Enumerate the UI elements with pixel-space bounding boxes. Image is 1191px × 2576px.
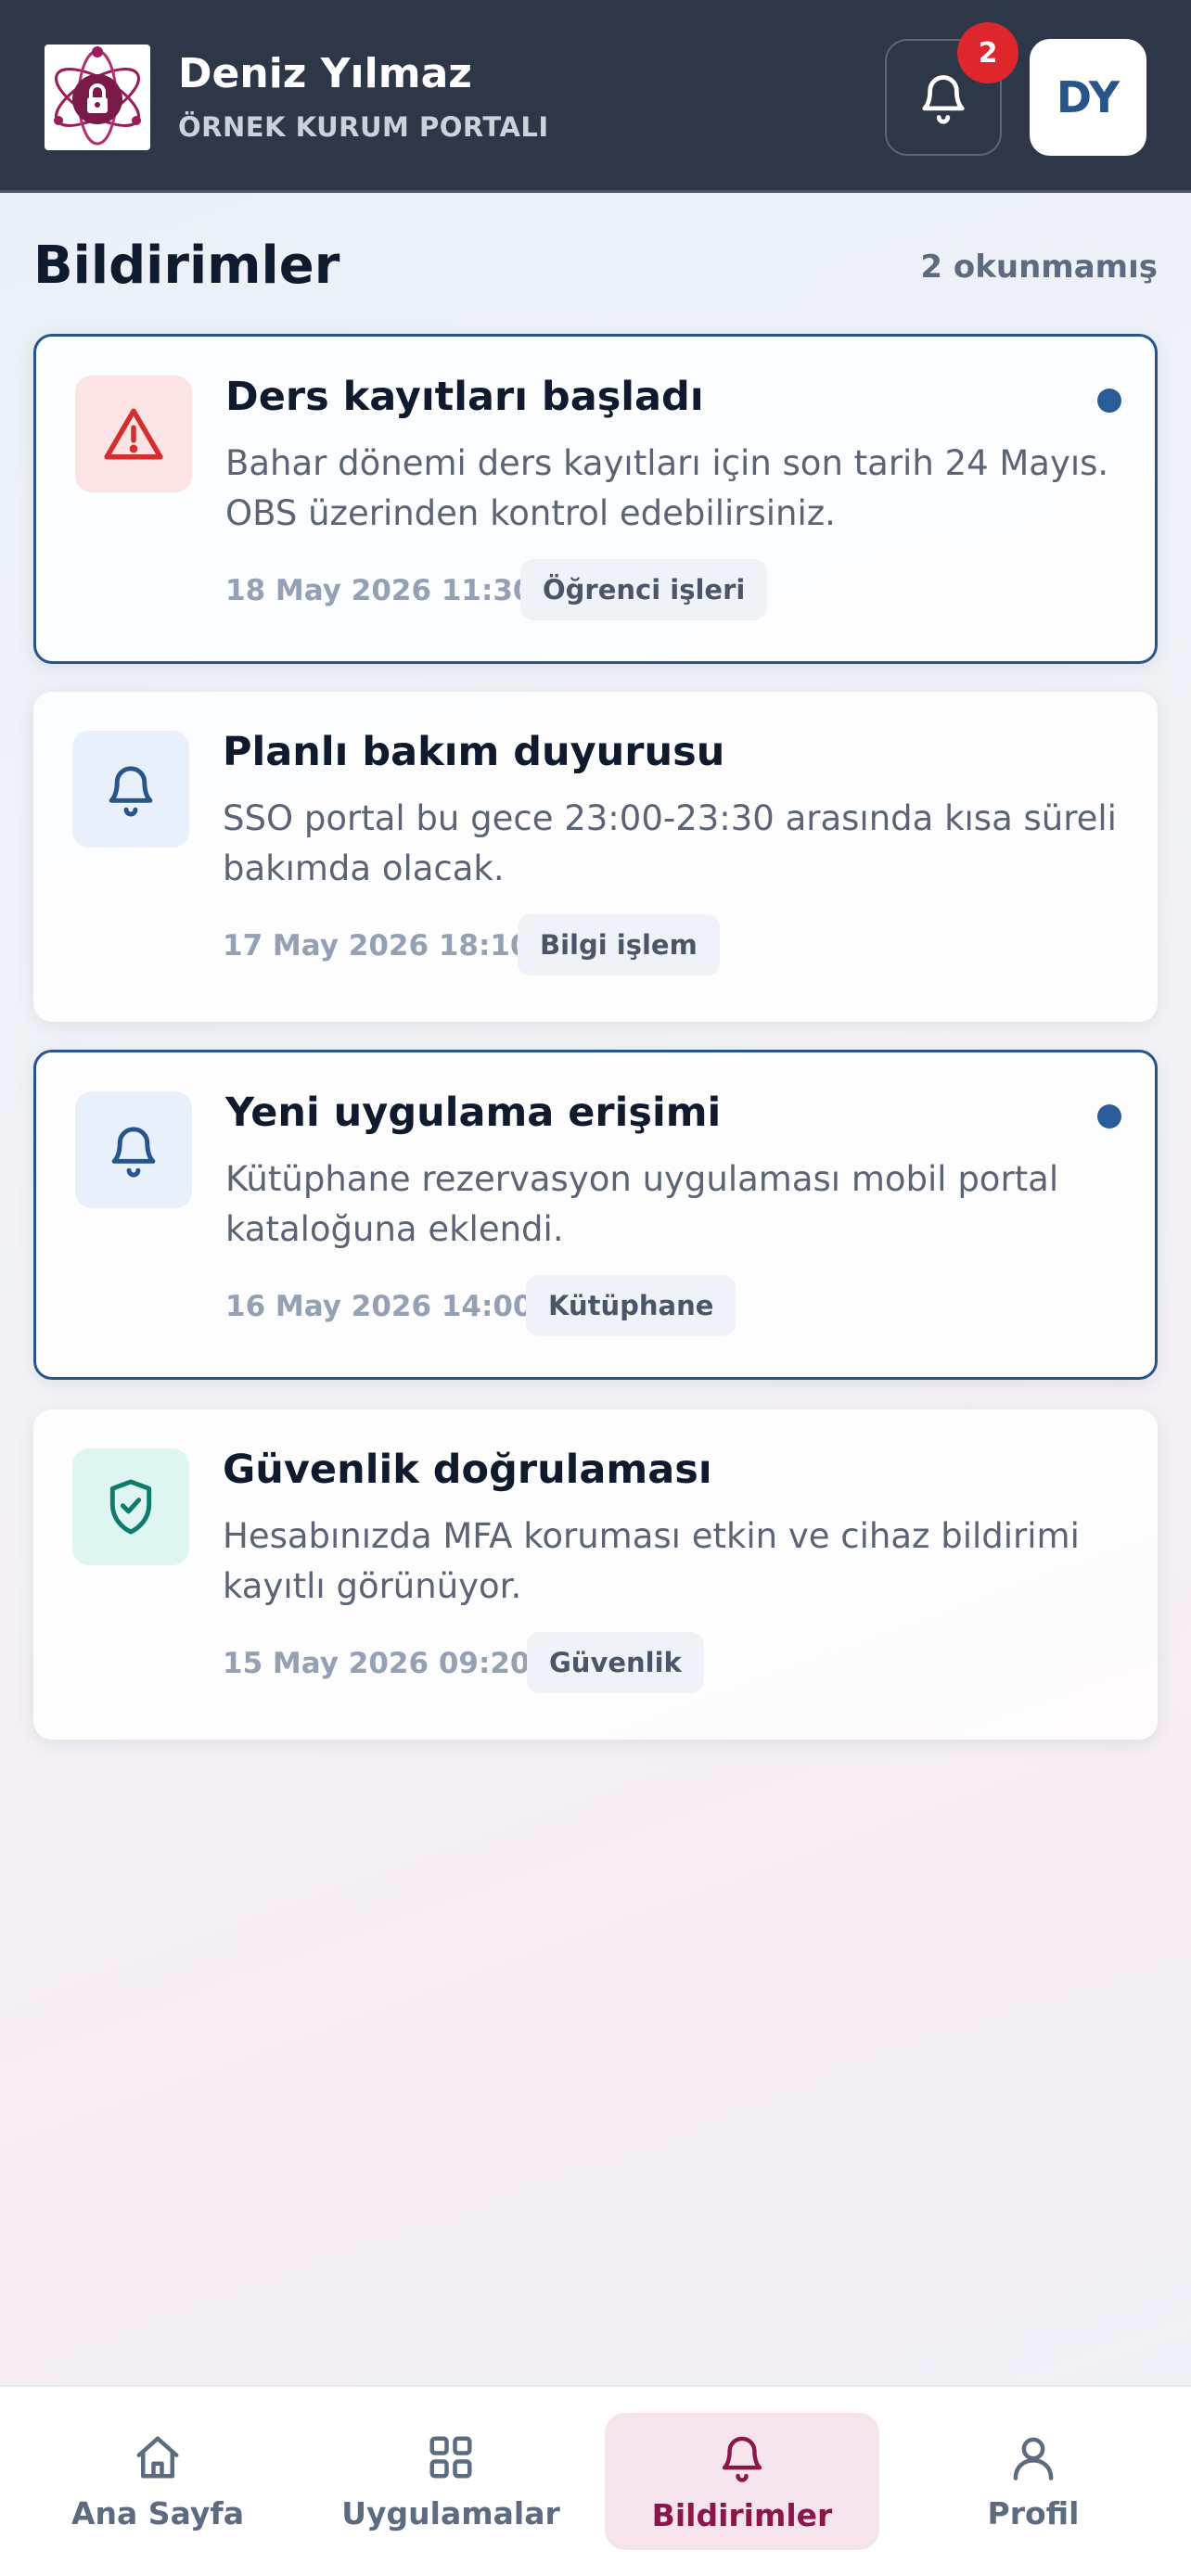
page-title: Bildirimler	[33, 236, 340, 296]
notification-body: Bahar dönemi ders kayıtları için son tar…	[225, 443, 1109, 533]
notification-title: Yeni uygulama erişimi	[225, 1090, 722, 1136]
notification-title: Planlı bakım duyurusu	[223, 729, 725, 775]
bell-icon	[111, 1127, 156, 1178]
org-name: ÖRNEK KURUM PORTALI	[178, 111, 549, 143]
bell-icon	[109, 766, 153, 817]
unread-dot	[1097, 389, 1121, 413]
nav-notifications[interactable]: Bildirimler	[605, 2413, 879, 2550]
notification-title: Ders kayıtları başladı	[225, 374, 704, 420]
bell-icon-tile	[72, 731, 189, 848]
notification-tag: Bilgi işlem	[518, 914, 720, 976]
nav-label: Ana Sayfa	[71, 2494, 244, 2531]
nav-label: Bildirimler	[651, 2496, 833, 2533]
home-icon	[136, 2436, 179, 2478]
nav-label: Uygulamalar	[341, 2494, 560, 2531]
notification-card[interactable]: Planlı bakım duyurusu SSO portal bu gece…	[33, 692, 1158, 1022]
bottom-nav: Ana Sayfa Uygulamalar Bildirimler Profil	[0, 2385, 1191, 2576]
notification-title: Güvenlik doğrulaması	[223, 1447, 712, 1493]
notification-tag: Güvenlik	[527, 1632, 704, 1693]
unread-dot	[1097, 1104, 1121, 1129]
avatar[interactable]: DY	[1030, 39, 1146, 156]
org-logo	[45, 45, 150, 150]
notification-count-badge: 2	[957, 22, 1018, 83]
nav-label: Profil	[987, 2494, 1080, 2531]
notification-tag: Öğrenci işleri	[520, 559, 768, 620]
notification-date: 18 May 2026 11:30	[225, 574, 533, 607]
bell-icon-tile	[75, 1091, 192, 1208]
shield-icon-tile	[72, 1448, 189, 1565]
app-header: Deniz Yılmaz ÖRNEK KURUM PORTALI 2 DY	[0, 0, 1191, 193]
nav-home[interactable]: Ana Sayfa	[19, 2413, 297, 2550]
notification-card[interactable]: Ders kayıtları başladı Bahar dönemi ders…	[33, 334, 1158, 664]
bell-icon	[922, 75, 965, 124]
notification-date: 16 May 2026 14:00	[225, 1290, 533, 1323]
unread-count: 2 okunmamış	[920, 249, 1158, 286]
notification-date: 15 May 2026 09:20	[223, 1647, 531, 1680]
notification-date: 17 May 2026 18:10	[223, 929, 531, 963]
notification-card[interactable]: Yeni uygulama erişimi Kütüphane rezervas…	[33, 1050, 1158, 1380]
bell-icon	[722, 2436, 762, 2482]
notification-body: Hesabınızda MFA koruması etkin ve cihaz …	[223, 1516, 1080, 1606]
nav-profile[interactable]: Profil	[894, 2413, 1172, 2550]
user-name: Deniz Yılmaz	[178, 50, 472, 97]
nav-apps[interactable]: Uygulamalar	[312, 2413, 590, 2550]
grid-icon	[429, 2436, 472, 2478]
shield-check-icon	[109, 1479, 152, 1535]
user-icon	[1013, 2437, 1054, 2480]
warning-icon	[104, 408, 163, 460]
notification-tag: Kütüphane	[526, 1275, 736, 1336]
notification-card[interactable]: Güvenlik doğrulaması Hesabınızda MFA kor…	[33, 1409, 1158, 1740]
warning-icon-tile	[75, 376, 192, 492]
notification-body: SSO portal bu gece 23:00-23:30 arasında …	[223, 798, 1117, 888]
notification-body: Kütüphane rezervasyon uygulaması mobil p…	[225, 1159, 1059, 1249]
